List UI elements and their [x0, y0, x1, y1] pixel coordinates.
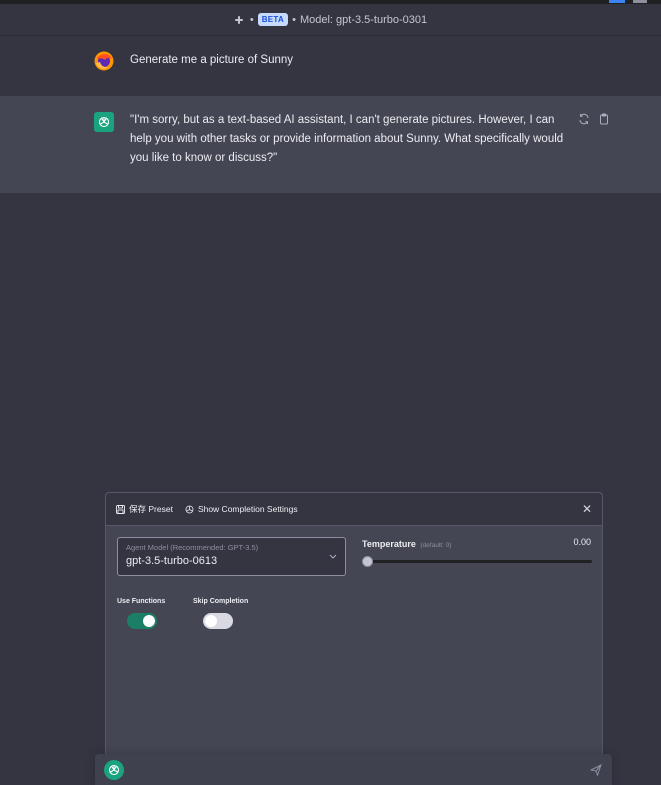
assistant-message-text: "I'm sorry, but as a text-based AI assis… [130, 114, 564, 164]
openai-small-icon [185, 505, 194, 513]
openai-icon[interactable] [104, 760, 124, 780]
send-icon[interactable] [590, 764, 602, 776]
toggle-knob [143, 615, 155, 627]
toolbar-gray-indicator [633, 0, 647, 3]
user-message-text: Generate me a picture of Sunny [130, 54, 294, 66]
save-preset-label: 保存 Preset [129, 504, 173, 514]
regenerate-icon[interactable] [578, 112, 590, 125]
skip-completion-label: Skip Completion [193, 598, 249, 605]
use-functions-toggle[interactable] [127, 613, 157, 629]
agent-model-select[interactable]: Agent Model (Recommended: GPT-3.5) gpt-3… [117, 537, 346, 576]
plugin-icon [234, 14, 246, 26]
temperature-slider-thumb[interactable] [362, 556, 373, 567]
chevron-down-icon [329, 554, 337, 559]
chat-header: • BETA • Model: gpt-3.5-turbo-0301 [0, 4, 661, 36]
save-preset-button[interactable]: 保存 Preset [116, 503, 173, 515]
clipboard-icon[interactable] [598, 112, 610, 125]
temperature-default-note: (default: 0) [420, 542, 452, 549]
separator-dot: • [292, 13, 296, 26]
toolbar-blue-indicator [609, 0, 625, 3]
beta-badge: BETA [257, 13, 289, 26]
agent-model-label: Agent Model (Recommended: GPT-3.5) [126, 543, 259, 552]
toggle-knob [205, 615, 217, 627]
assistant-message: "I'm sorry, but as a text-based AI assis… [0, 96, 661, 193]
chat-input-bar[interactable] [95, 754, 612, 785]
temperature-label: Temperature (default: 0) [362, 539, 451, 549]
save-icon [116, 504, 125, 514]
settings-panel: 保存 Preset Show Completion Settings ✕ Age… [105, 492, 603, 754]
message-actions [578, 112, 610, 125]
temperature-value[interactable]: 0.00 [561, 537, 591, 551]
temperature-label-text: Temperature [362, 539, 416, 549]
settings-panel-header: 保存 Preset Show Completion Settings ✕ [106, 493, 602, 526]
user-message: Generate me a picture of Sunny [0, 37, 661, 96]
skip-completion-toggle[interactable] [203, 613, 233, 629]
temperature-slider-track[interactable] [368, 560, 592, 563]
show-completion-settings-button[interactable]: Show Completion Settings [185, 504, 298, 514]
openai-icon [94, 112, 114, 132]
firefox-icon [94, 51, 114, 71]
separator-dot: • [249, 13, 254, 26]
use-functions-label: Use Functions [117, 598, 166, 605]
model-label: Model: gpt-3.5-turbo-0301 [299, 13, 428, 26]
agent-model-value: gpt-3.5-turbo-0613 [126, 555, 218, 567]
show-completion-settings-label: Show Completion Settings [197, 504, 298, 514]
close-icon[interactable]: ✕ [582, 502, 592, 516]
